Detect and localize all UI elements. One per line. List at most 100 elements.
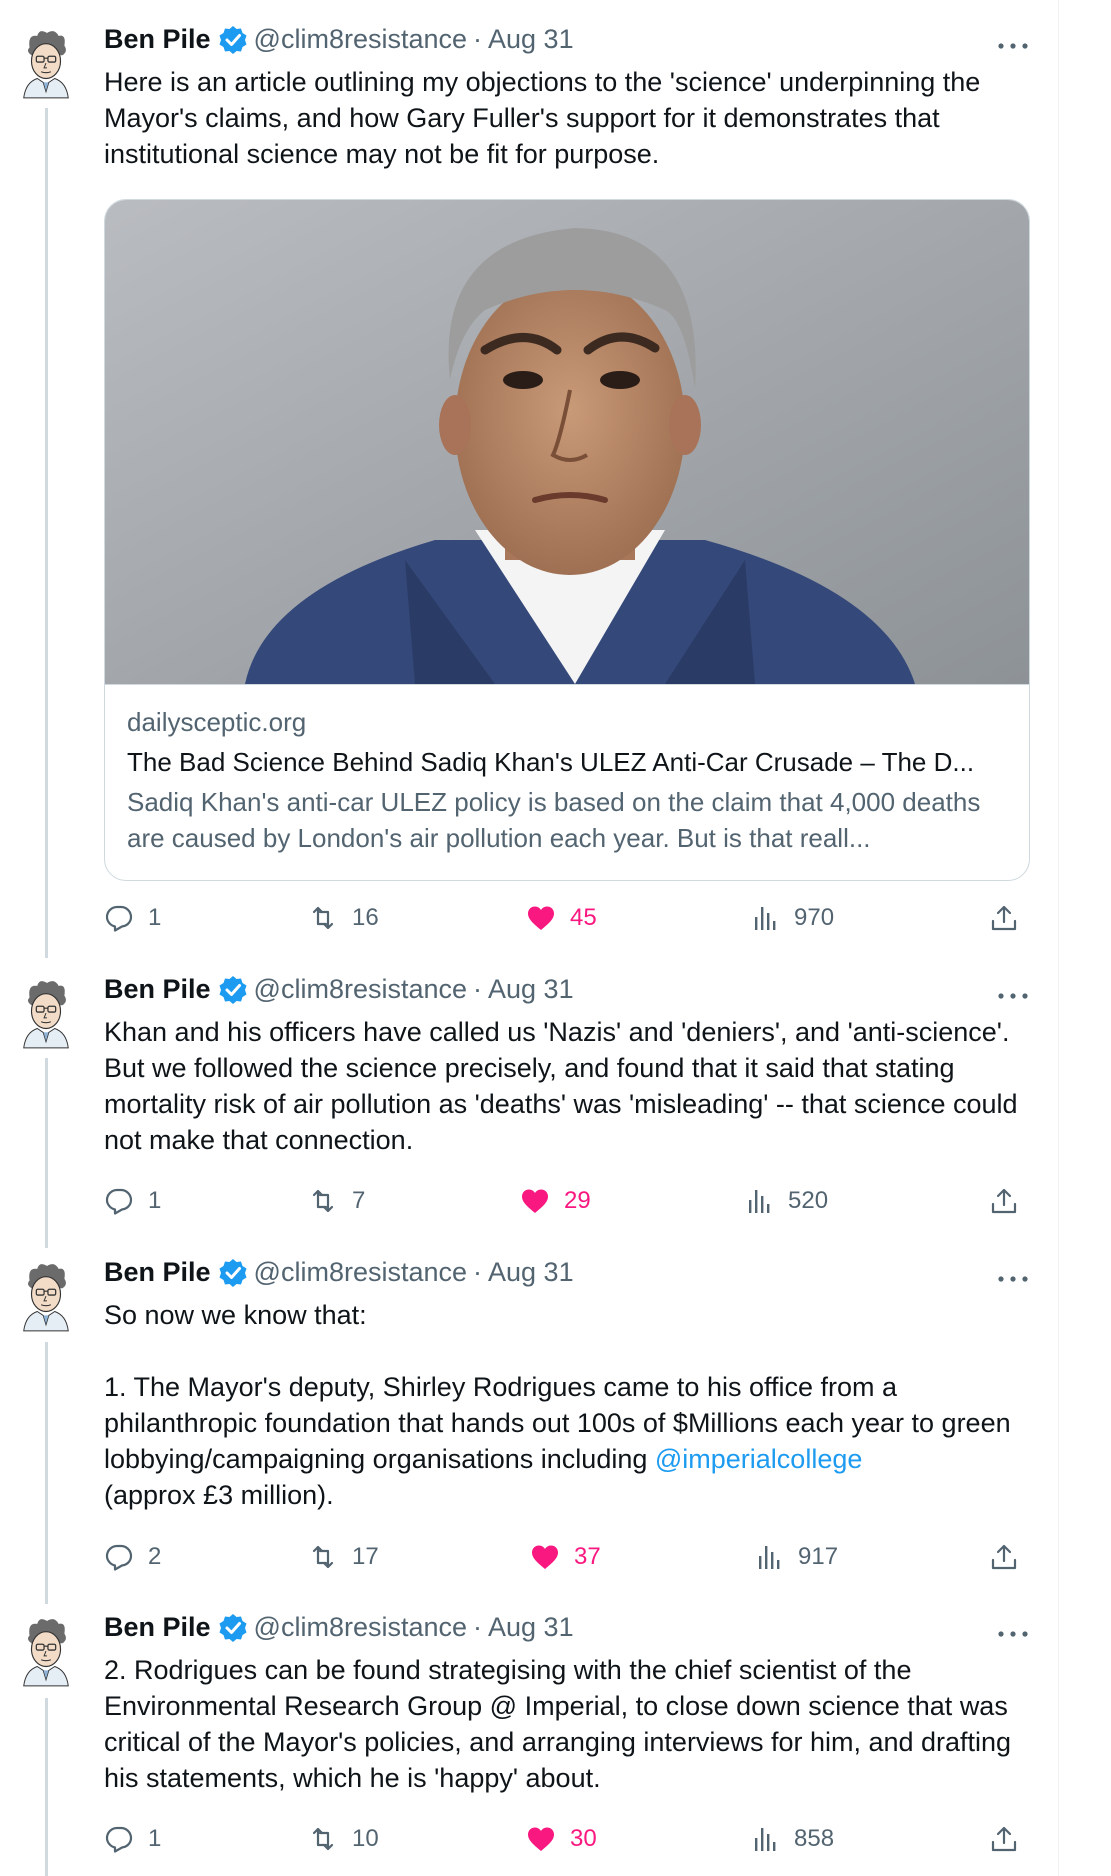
retweet-button[interactable]: 17: [308, 1542, 379, 1572]
reply-button[interactable]: 1: [104, 1824, 161, 1854]
like-button[interactable]: 29: [520, 1186, 591, 1216]
retweet-count: 7: [352, 1187, 366, 1214]
more-options-icon[interactable]: [995, 36, 1031, 56]
retweet-icon: [312, 906, 334, 930]
like-count: 45: [570, 904, 597, 931]
tweet-text: So now we know that: 1. The Mayor's depu…: [104, 1297, 1039, 1513]
views-count: 520: [788, 1187, 829, 1214]
like-button[interactable]: 30: [526, 1824, 597, 1854]
views-button[interactable]: 520: [744, 1186, 828, 1216]
more-options-icon[interactable]: [995, 1624, 1031, 1644]
retweet-button[interactable]: 16: [308, 903, 379, 933]
tweet-header: Ben Pile @clim8resistance · Aug 31: [104, 24, 574, 55]
tweet-timestamp[interactable]: Aug 31: [488, 24, 574, 55]
author-name[interactable]: Ben Pile: [104, 974, 211, 1005]
author-handle[interactable]: @clim8resistance: [254, 1612, 467, 1643]
like-count: 29: [564, 1187, 591, 1214]
tweet-text: Here is an article outlining my objectio…: [104, 67, 988, 169]
author-handle[interactable]: @clim8resistance: [254, 24, 467, 55]
like-count: 37: [574, 1543, 601, 1570]
author-handle[interactable]: @clim8resistance: [254, 974, 467, 1005]
author-name[interactable]: Ben Pile: [104, 1257, 211, 1288]
reply-count: 1: [148, 1187, 162, 1214]
tweet-actions: 1 16 45 970: [104, 903, 1034, 943]
tweet-actions: 2 17 37 917: [104, 1542, 1034, 1582]
author-handle[interactable]: @clim8resistance: [254, 1257, 467, 1288]
tweet-timestamp[interactable]: Aug 31: [488, 1257, 574, 1288]
share-button[interactable]: [989, 1542, 1033, 1572]
tweet-header: Ben Pile @clim8resistance · Aug 31: [104, 974, 574, 1005]
more-options-icon[interactable]: [995, 1269, 1031, 1289]
author-avatar[interactable]: [16, 28, 76, 100]
tweet-actions: 1 7 29 520: [104, 1186, 1034, 1226]
share-button[interactable]: [989, 1824, 1033, 1854]
tweet[interactable]: Ben Pile @clim8resistance · Aug 31 2. Ro…: [0, 1588, 1058, 1876]
tweet[interactable]: Ben Pile @clim8resistance · Aug 31 Khan …: [0, 950, 1058, 1233]
tweet-timestamp[interactable]: Aug 31: [488, 1612, 574, 1643]
reply-count: 1: [148, 904, 162, 931]
views-button[interactable]: 917: [754, 1542, 838, 1572]
author-avatar[interactable]: [16, 1261, 76, 1333]
retweet-button[interactable]: 10: [308, 1824, 379, 1854]
reply-icon: [105, 905, 133, 932]
share-icon: [991, 1188, 1017, 1214]
tweet[interactable]: Ben Pile @clim8resistance · Aug 31 So no…: [0, 1233, 1058, 1588]
card-domain: dailysceptic.org: [127, 707, 307, 737]
verified-badge-icon: [217, 1612, 248, 1643]
views-count: 858: [794, 1825, 835, 1852]
author-avatar[interactable]: [16, 1616, 76, 1688]
link-preview-card[interactable]: dailysceptic.org The Bad Science Behind …: [104, 199, 1030, 881]
share-icon: [991, 1826, 1017, 1852]
separator: ·: [473, 974, 483, 1004]
share-icon: [991, 1544, 1017, 1570]
more-options-icon[interactable]: [995, 986, 1031, 1006]
tweet-timestamp[interactable]: Aug 31: [488, 974, 574, 1005]
views-icon: [755, 907, 776, 930]
like-button[interactable]: 45: [526, 903, 597, 933]
tweet-header: Ben Pile @clim8resistance · Aug 31: [104, 1257, 574, 1288]
views-icon: [759, 1546, 780, 1569]
views-count: 917: [798, 1543, 839, 1570]
views-count: 970: [794, 904, 835, 931]
like-button[interactable]: 37: [530, 1542, 601, 1572]
mention-link[interactable]: @imperialcollege: [655, 1444, 863, 1474]
retweet-icon: [312, 1827, 334, 1851]
reply-count: 2: [148, 1543, 162, 1570]
author-name[interactable]: Ben Pile: [104, 1612, 211, 1643]
card-title[interactable]: The Bad Science Behind Sadiq Khan's ULEZ…: [127, 744, 1017, 780]
views-icon: [755, 1828, 776, 1851]
verified-badge-icon: [217, 974, 248, 1005]
reply-icon: [105, 1188, 133, 1215]
heart-filled-icon: [532, 1545, 558, 1569]
timeline-right-border: [1058, 0, 1059, 1876]
retweet-count: 17: [352, 1543, 379, 1570]
tweet-text-part: So now we know that: 1. The Mayor's depu…: [104, 1300, 1011, 1474]
views-button[interactable]: 858: [750, 1824, 834, 1854]
views-icon: [749, 1190, 770, 1213]
tweet-text: Khan and his officers have called us 'Na…: [104, 1017, 1026, 1155]
reply-button[interactable]: 2: [104, 1542, 161, 1572]
heart-filled-icon: [528, 1827, 554, 1851]
tweet-actions: 1 10 30 858: [104, 1824, 1034, 1864]
share-button[interactable]: [989, 1186, 1033, 1216]
retweet-count: 10: [352, 1825, 379, 1852]
tweet[interactable]: Ben Pile @clim8resistance · Aug 31 Here …: [0, 0, 1058, 950]
separator: ·: [473, 1612, 483, 1642]
separator: ·: [473, 24, 483, 54]
share-icon: [991, 905, 1017, 931]
reply-button[interactable]: 1: [104, 1186, 161, 1216]
author-avatar[interactable]: [16, 978, 76, 1050]
views-button[interactable]: 970: [750, 903, 834, 933]
reply-icon: [105, 1544, 133, 1571]
heart-filled-icon: [528, 906, 554, 930]
heart-filled-icon: [522, 1189, 548, 1213]
retweet-button[interactable]: 7: [308, 1186, 365, 1216]
reply-icon: [105, 1826, 133, 1853]
like-count: 30: [570, 1825, 597, 1852]
share-button[interactable]: [989, 903, 1033, 933]
retweet-icon: [312, 1189, 334, 1213]
reply-button[interactable]: 1: [104, 903, 161, 933]
author-name[interactable]: Ben Pile: [104, 24, 211, 55]
separator: ·: [473, 1257, 483, 1287]
verified-badge-icon: [217, 1257, 248, 1288]
